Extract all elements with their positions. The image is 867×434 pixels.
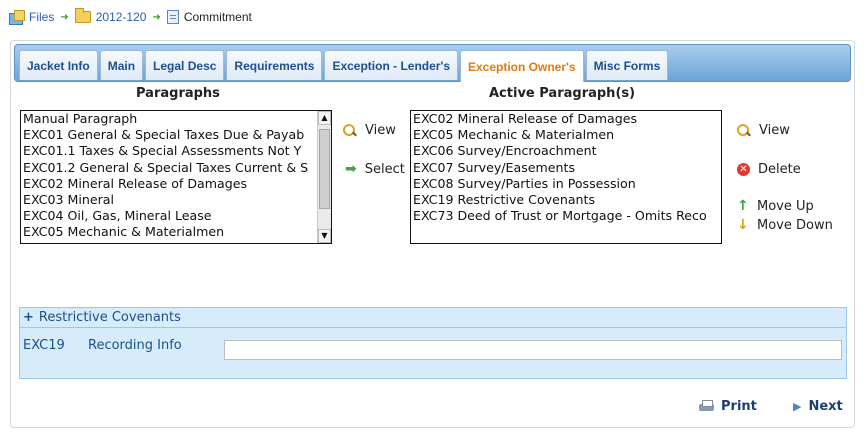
tab-exception-lenders[interactable]: Exception - Lender's (324, 50, 458, 80)
view-label: View (365, 123, 396, 138)
restrictive-covenants-title: Restrictive Covenants (38, 310, 181, 325)
tab-jacket-info[interactable]: Jacket Info (19, 50, 98, 80)
expand-plus-icon: + (23, 310, 34, 325)
search-icon (343, 123, 357, 138)
scrollbar-thumb[interactable] (319, 129, 330, 209)
list-item[interactable]: EXC04 Oil, Gas, Mineral Lease (21, 208, 331, 224)
files-icon (8, 10, 25, 25)
recording-info-input[interactable] (224, 340, 842, 360)
tab-list: Jacket Info Main Legal Desc Requirements… (19, 50, 669, 82)
breadcrumb-folder[interactable]: 2012-120 (74, 8, 147, 24)
move-up-label: Move Up (757, 198, 814, 214)
active-paragraphs-list[interactable]: EXC02 Mineral Release of Damages EXC05 M… (410, 110, 722, 244)
breadcrumb: Files ➜ 2012-120 ➜ Commitment (8, 8, 252, 26)
tab-legal-desc[interactable]: Legal Desc (145, 50, 225, 80)
tab-bar: Jacket Info Main Legal Desc Requirements… (14, 44, 851, 82)
list-item[interactable]: EXC07 Survey/Easements (411, 160, 721, 176)
tab-main[interactable]: Main (99, 50, 144, 80)
breadcrumb-folder-link[interactable]: 2012-120 (96, 10, 147, 24)
recording-info-label: Recording Info (88, 338, 182, 353)
list-item[interactable]: EXC03 Mineral (21, 192, 331, 208)
view-paragraph-button[interactable]: View (343, 123, 396, 138)
list-item[interactable]: EXC19 Restrictive Covenants (411, 192, 721, 208)
arrow-right-icon: ➜ (60, 11, 69, 23)
scroll-down-arrow-icon[interactable]: ▼ (318, 229, 331, 243)
restrictive-covenants-section: + Restrictive Covenants EXC19 Recording … (19, 307, 847, 379)
breadcrumb-files[interactable]: Files (8, 10, 54, 25)
next-button[interactable]: ▶ Next (785, 393, 851, 419)
move-down-button[interactable]: ↓ Move Down (737, 217, 833, 233)
scroll-up-arrow-icon[interactable]: ▲ (318, 111, 331, 125)
list-item[interactable]: EXC01.1 Taxes & Special Assessments Not … (21, 143, 331, 159)
arrow-up-icon: ↑ (737, 198, 749, 214)
move-up-button[interactable]: ↑ Move Up (737, 198, 814, 214)
print-button[interactable]: Print (691, 393, 765, 419)
printer-icon (699, 399, 714, 413)
covenant-code: EXC19 (23, 338, 65, 353)
view-active-label: View (759, 123, 790, 138)
paragraphs-list[interactable]: Manual Paragraph EXC01 General & Special… (20, 110, 332, 244)
active-paragraphs-heading: Active Paragraph(s) (489, 86, 636, 101)
arrow-down-icon: ↓ (737, 217, 749, 233)
paragraphs-heading: Paragraphs (136, 86, 220, 101)
list-item[interactable]: EXC73 Deed of Trust or Mortgage - Omits … (411, 208, 721, 224)
move-down-label: Move Down (757, 217, 833, 233)
list-item[interactable]: EXC08 Survey/Parties in Possession (411, 176, 721, 192)
search-icon (737, 123, 751, 138)
play-arrow-icon: ▶ (793, 399, 802, 413)
delete-label: Delete (758, 162, 801, 177)
print-label: Print (721, 398, 757, 414)
paragraphs-scrollbar[interactable]: ▲ ▼ (317, 111, 331, 243)
next-label: Next (808, 398, 843, 414)
list-item[interactable]: EXC02 Mineral Release of Damages (411, 111, 721, 127)
list-item[interactable]: EXC01 General & Special Taxes Due & Paya… (21, 127, 331, 143)
delete-icon: ✕ (737, 163, 750, 176)
tab-misc-forms[interactable]: Misc Forms (585, 50, 669, 80)
list-item[interactable]: EXC02 Mineral Release of Damages (21, 176, 331, 192)
tab-panel: Jacket Info Main Legal Desc Requirements… (10, 40, 855, 428)
breadcrumb-files-link[interactable]: Files (29, 10, 54, 24)
breadcrumb-current-label: Commitment (183, 10, 252, 24)
arrow-right-icon: ➡ (345, 161, 357, 177)
restrictive-covenants-toggle[interactable]: + Restrictive Covenants (20, 308, 846, 328)
delete-button[interactable]: ✕ Delete (737, 162, 801, 177)
tab-exception-owners[interactable]: Exception Owner's (460, 50, 584, 82)
document-icon (166, 10, 179, 24)
select-label: Select (364, 161, 405, 177)
breadcrumb-current: Commitment (166, 10, 252, 24)
arrow-right-icon: ➜ (152, 11, 161, 23)
list-item[interactable]: Manual Paragraph (21, 111, 331, 127)
list-item[interactable]: EXC05 Mechanic & Materialmen (411, 127, 721, 143)
select-paragraph-button[interactable]: ➡ Select (345, 161, 405, 177)
folder-icon (74, 8, 91, 23)
list-item[interactable]: EXC05 Mechanic & Materialmen (21, 224, 331, 240)
list-item[interactable]: EXC06 Survey/Encroachment (411, 143, 721, 159)
tab-requirements[interactable]: Requirements (226, 50, 323, 80)
list-item[interactable]: EXC01.2 General & Special Taxes Current … (21, 160, 331, 176)
view-active-button[interactable]: View (737, 123, 790, 138)
